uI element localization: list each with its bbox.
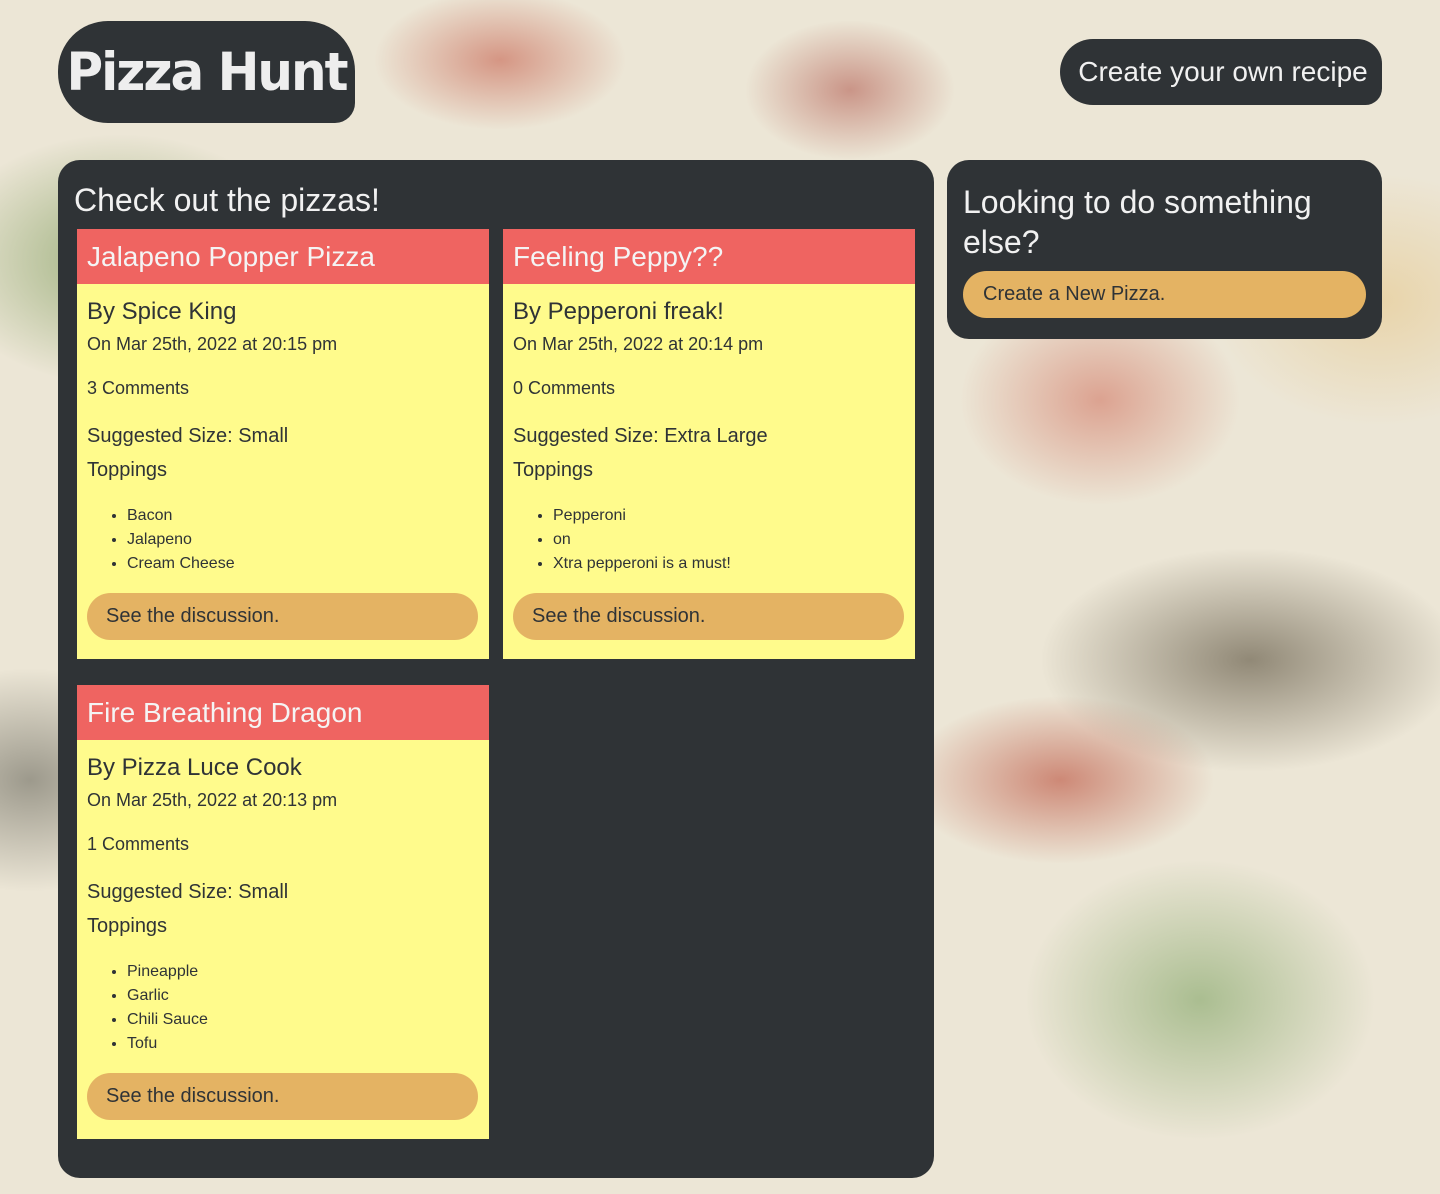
topping-item: Garlic — [127, 984, 478, 1008]
toppings-label: Toppings — [87, 915, 168, 937]
pizza-date: On Mar 25th, 2022 at 20:14 pm — [513, 334, 764, 354]
site-logo[interactable]: Pizza Hunt — [58, 21, 355, 123]
see-discussion-button[interactable]: See the discussion. — [513, 593, 904, 640]
toppings-label: Toppings — [513, 459, 594, 481]
topping-item: Pineapple — [127, 960, 478, 984]
pizza-card: Jalapeno Popper Pizza By Spice King On M… — [77, 229, 489, 659]
topping-item: on — [553, 528, 904, 552]
pizza-list-panel: Check out the pizzas! Jalapeno Popper Pi… — [58, 160, 934, 1178]
pizza-name: Fire Breathing Dragon — [77, 685, 489, 740]
topping-item: Chili Sauce — [127, 1008, 478, 1032]
topping-item: Bacon — [127, 504, 478, 528]
topping-item: Tofu — [127, 1032, 478, 1056]
toppings-list: Bacon Jalapeno Cream Cheese — [87, 504, 478, 576]
topping-item: Xtra pepperoni is a must! — [553, 552, 904, 576]
see-discussion-button[interactable]: See the discussion. — [87, 1073, 478, 1120]
pizza-card: Feeling Peppy?? By Pepperoni freak! On M… — [503, 229, 915, 659]
pizza-author: By Spice King — [87, 298, 237, 325]
pizza-date: On Mar 25th, 2022 at 20:13 pm — [87, 790, 338, 810]
sidebar-panel: Looking to do something else? Create a N… — [947, 160, 1382, 339]
suggested-size: Suggested Size: Extra Large — [513, 425, 768, 447]
page-title: Check out the pizzas! — [74, 182, 380, 218]
logo-text: Pizza Hunt — [66, 41, 348, 103]
pizza-name: Feeling Peppy?? — [503, 229, 915, 284]
toppings-list: Pepperoni on Xtra pepperoni is a must! — [513, 504, 904, 576]
sidebar-title: Looking to do something else? — [963, 184, 1312, 260]
topping-item: Cream Cheese — [127, 552, 478, 576]
pizza-author: By Pepperoni freak! — [513, 298, 724, 325]
suggested-size: Suggested Size: Small — [87, 881, 289, 903]
see-discussion-button[interactable]: See the discussion. — [87, 593, 478, 640]
comment-count: 0 Comments — [513, 378, 616, 398]
comment-count: 3 Comments — [87, 378, 190, 398]
topping-item: Pepperoni — [553, 504, 904, 528]
pizza-name: Jalapeno Popper Pizza — [77, 229, 489, 284]
suggested-size: Suggested Size: Small — [87, 425, 289, 447]
toppings-label: Toppings — [87, 459, 168, 481]
comment-count: 1 Comments — [87, 834, 190, 854]
topping-item: Jalapeno — [127, 528, 478, 552]
pizza-author: By Pizza Luce Cook — [87, 754, 302, 781]
toppings-list: Pineapple Garlic Chili Sauce Tofu — [87, 960, 478, 1056]
create-recipe-link[interactable]: Create your own recipe — [1060, 39, 1382, 105]
pizza-card: Fire Breathing Dragon By Pizza Luce Cook… — [77, 685, 489, 1139]
create-new-pizza-button[interactable]: Create a New Pizza. — [963, 271, 1366, 318]
pizza-date: On Mar 25th, 2022 at 20:15 pm — [87, 334, 338, 354]
